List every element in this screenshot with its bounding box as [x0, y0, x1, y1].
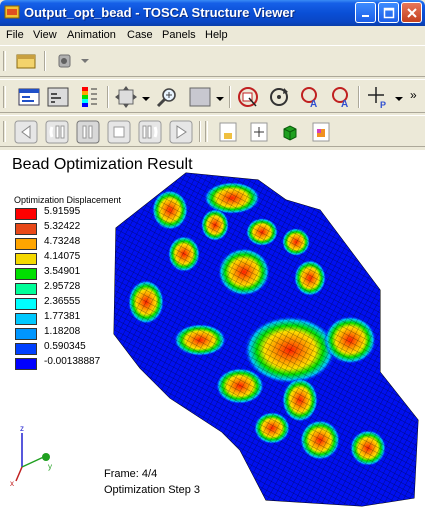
- menu-animation[interactable]: Animation: [67, 29, 116, 41]
- toolbar-row-2: A A P »: [0, 79, 425, 113]
- display-mode-icon[interactable]: [188, 85, 212, 109]
- svg-text:P: P: [380, 100, 386, 109]
- legend-swatch: [15, 223, 37, 235]
- menu-bar: File View Animation Case Panels Help: [0, 26, 425, 45]
- menu-help[interactable]: Help: [205, 29, 228, 41]
- axis-z-label: z: [20, 425, 24, 433]
- chevron-down-icon[interactable]: [80, 57, 90, 65]
- color-scale-icon[interactable]: [78, 85, 102, 109]
- box-icon[interactable]: [278, 120, 302, 144]
- legend-value: -0.00138887: [44, 356, 101, 367]
- pick-a-icon[interactable]: A: [298, 85, 322, 109]
- legend-swatch: [15, 328, 37, 340]
- toolbar-separator: [358, 86, 360, 108]
- legend-value: 3.54901: [44, 266, 81, 277]
- axis-triad[interactable]: z y x: [10, 425, 56, 487]
- menu-view[interactable]: View: [33, 29, 57, 41]
- legend-swatch: [15, 253, 37, 265]
- menu-panels[interactable]: Panels: [162, 29, 196, 41]
- probe-p-icon[interactable]: P: [366, 85, 390, 109]
- legend-value: 4.14075: [44, 251, 81, 262]
- window-title: Output_opt_bead - TOSCA Structure Viewer: [24, 5, 295, 20]
- toolbar-grip[interactable]: [3, 121, 6, 142]
- frame-counter: Frame: 4/4: [104, 468, 158, 480]
- app-window: Output_opt_bead - TOSCA Structure Viewer…: [0, 0, 425, 512]
- step-forward-icon[interactable]: [138, 120, 162, 144]
- section-icon[interactable]: [247, 120, 271, 144]
- model-viewport[interactable]: Bead Optimization Result Optimization Di…: [0, 150, 425, 512]
- toolbar-grip[interactable]: [205, 121, 208, 142]
- play-icon[interactable]: [169, 120, 193, 144]
- toolbar-separator: [107, 86, 109, 108]
- legend-swatch: [15, 298, 37, 310]
- legend-value: 2.95728: [44, 281, 81, 292]
- svg-text:A: A: [310, 99, 317, 109]
- rotate-icon[interactable]: [267, 85, 291, 109]
- legend-value: 1.18208: [44, 326, 81, 337]
- toolbar-grip[interactable]: [3, 86, 6, 108]
- menu-file[interactable]: File: [6, 29, 24, 41]
- toolbar-row-1: [0, 45, 425, 77]
- legend-value: 5.91595: [44, 206, 81, 217]
- legend-title: Optimization Displacement: [14, 195, 122, 205]
- chevron-down-icon[interactable]: [394, 95, 404, 103]
- step-back-icon[interactable]: [45, 120, 69, 144]
- legend-swatch: [15, 313, 37, 325]
- toolbar-overflow[interactable]: »: [410, 88, 417, 102]
- axis-x-label: x: [10, 479, 14, 487]
- select-icon[interactable]: [236, 85, 260, 109]
- cut-plane-icon[interactable]: [216, 120, 240, 144]
- pick-a2-icon[interactable]: A: [329, 85, 353, 109]
- menu-case[interactable]: Case: [127, 29, 153, 41]
- toolbar-grip[interactable]: [3, 51, 6, 71]
- toolbar-separator: [229, 86, 231, 108]
- legend-swatch: [15, 208, 37, 220]
- toolbar-separator: [44, 51, 46, 71]
- chevron-down-icon[interactable]: [141, 95, 151, 103]
- close-button[interactable]: [401, 2, 422, 23]
- camera-icon[interactable]: [54, 49, 78, 73]
- toolbar-row-3: [0, 115, 425, 147]
- legend-value: 5.32422: [44, 221, 81, 232]
- title-bar[interactable]: Output_opt_bead - TOSCA Structure Viewer: [0, 0, 425, 26]
- legend-value: 2.36555: [44, 296, 81, 307]
- svg-text:A: A: [341, 99, 348, 109]
- stop-icon[interactable]: [107, 120, 131, 144]
- legend-swatch: [15, 358, 37, 370]
- first-frame-icon[interactable]: [14, 120, 38, 144]
- minimize-icon: [361, 14, 369, 17]
- legend-swatch: [15, 238, 37, 250]
- maximize-icon: [383, 7, 394, 18]
- close-icon: [406, 7, 417, 18]
- legend-value: 4.73248: [44, 236, 81, 247]
- open-model-icon[interactable]: [14, 49, 38, 73]
- color-box-icon[interactable]: [309, 120, 333, 144]
- legend-panel-icon[interactable]: [17, 85, 41, 109]
- fit-view-icon[interactable]: [114, 85, 138, 109]
- chevron-down-icon[interactable]: [215, 95, 225, 103]
- legend-value: 0.590345: [44, 341, 86, 352]
- axis-y-label: y: [48, 462, 52, 471]
- toolbar-separator: [199, 121, 201, 142]
- deformation-icon[interactable]: [46, 85, 70, 109]
- legend-swatch: [15, 268, 37, 280]
- legend-swatch: [15, 283, 37, 295]
- app-icon: [4, 5, 20, 19]
- minimize-button[interactable]: [355, 2, 376, 23]
- optimization-step: Optimization Step 3: [104, 484, 200, 496]
- pause-icon[interactable]: [76, 120, 100, 144]
- legend-swatch: [15, 343, 37, 355]
- legend-value: 1.77381: [44, 311, 81, 322]
- maximize-button[interactable]: [378, 2, 399, 23]
- zoom-icon[interactable]: [155, 85, 179, 109]
